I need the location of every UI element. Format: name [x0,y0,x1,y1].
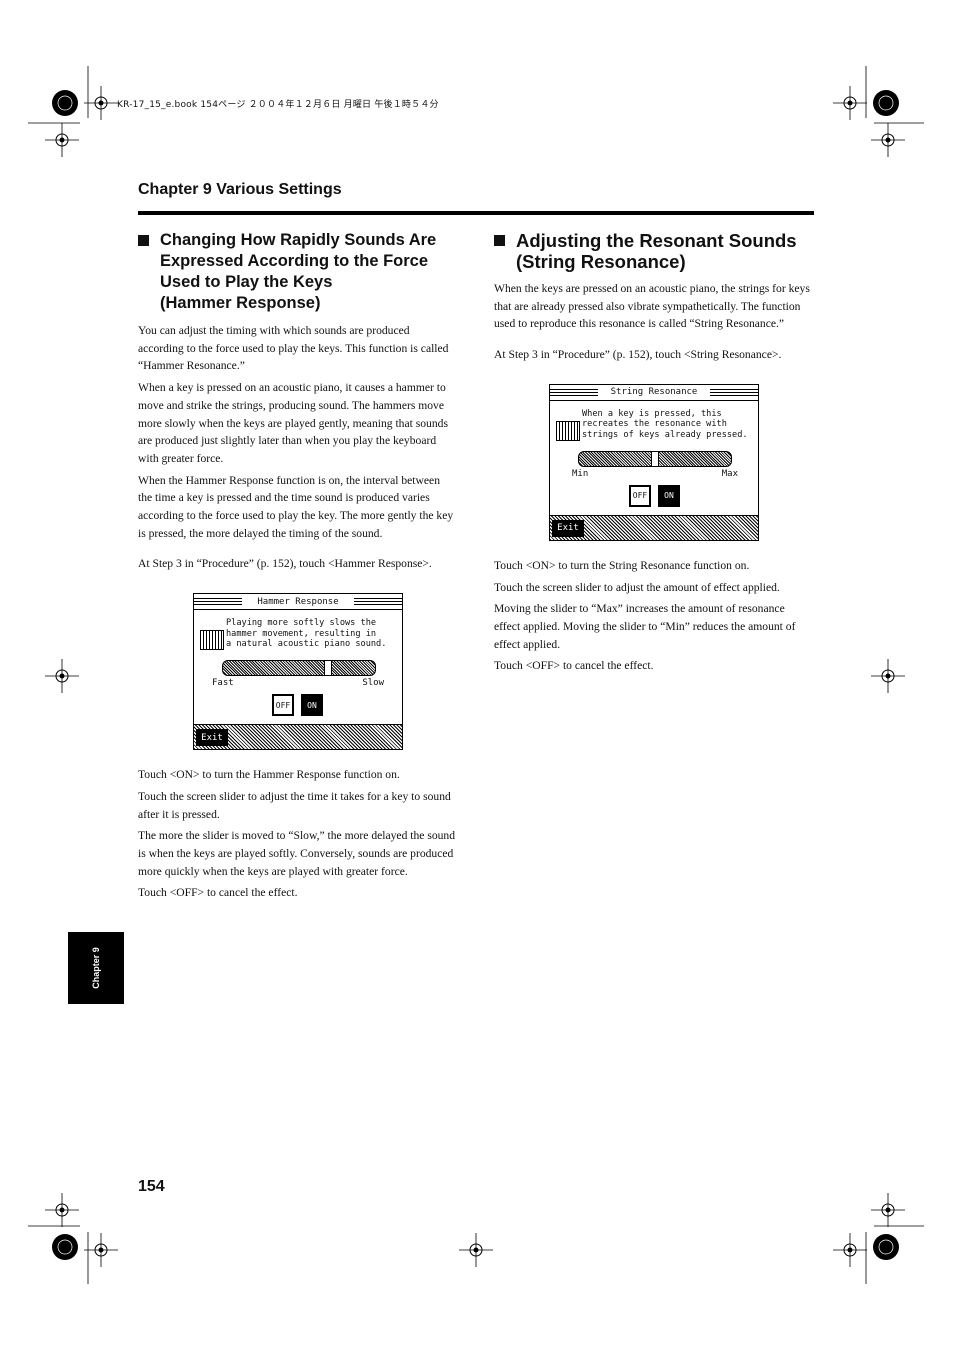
screen-title: String Resonance [606,387,702,398]
square-bullet-icon [138,235,149,246]
exit-button[interactable]: Exit [196,729,228,747]
crosshair-center [885,1207,891,1213]
crosshair-center [847,100,853,106]
slider-min-label: Fast [212,678,234,689]
keyboard-icon [556,420,580,441]
off-button[interactable]: OFF [272,694,294,717]
string-resonance-slider[interactable] [578,450,732,467]
step-instruction: At Step 3 in “Procedure” (p. 152), touch… [494,348,782,362]
paragraph: When the Hammer Response function is on,… [138,473,454,540]
slider-min-label: Min [572,468,589,479]
paragraph: Touch <ON> to turn the String Resonance … [494,558,750,572]
paragraph: You can adjust the timing with which sou… [138,324,449,373]
chapter-side-tab: Chapter 9 [68,932,124,1004]
paragraph: Touch <ON> to turn the Hammer Response f… [138,768,400,782]
right-column: Adjusting the Resonant Sounds (String Re… [494,230,812,679]
step-instruction: At Step 3 in “Procedure” (p. 152), touch… [138,557,432,571]
crosshair-center [885,137,891,143]
crosshair-center [98,1247,104,1253]
hammer-icon [200,630,224,651]
slider-knob[interactable] [651,450,659,467]
crosshair-center [59,137,65,143]
crosshair-center [847,1247,853,1253]
registration-target-icon [873,1234,899,1260]
crosshair-center [98,100,104,106]
paragraph: When the keys are pressed on an acoustic… [494,282,810,331]
slider-knob[interactable] [323,660,332,677]
section-heading-string-resonance: Adjusting the Resonant Sounds (String Re… [494,230,812,272]
left-column: Changing How Rapidly Sounds Are Expresse… [138,230,456,906]
paragraph: Moving the slider to “Max” increases the… [494,602,796,651]
chapter-header: Chapter 9 Various Settings [138,181,342,198]
on-button[interactable]: ON [301,694,323,717]
section-heading-hammer-response: Changing How Rapidly Sounds Are Expresse… [138,230,456,314]
off-button[interactable]: OFF [629,484,651,507]
hammer-response-slider[interactable] [222,660,376,677]
page-number: 154 [138,1178,165,1195]
crosshair-center [59,1207,65,1213]
paragraph: Touch the screen slider to adjust the am… [494,580,780,594]
slider-max-label: Max [721,468,738,479]
crosshair-center [473,1247,479,1253]
paragraph: Touch <OFF> to cancel the effect. [494,659,654,673]
screen-message: Playing more softly slows the hammer mov… [226,618,387,650]
screen-message: When a key is pressed, this recreates th… [582,408,748,440]
slider-max-label: Slow [362,678,384,689]
print-header: KR-17_15_e.book 154ページ ２００４年１２月６日 月曜日 午後… [117,100,439,110]
paragraph: Touch the screen slider to adjust the ti… [138,789,451,821]
crosshair-center [885,673,891,679]
screen-title: Hammer Response [253,596,343,607]
paragraph: The more the slider is moved to “Slow,” … [138,829,456,878]
exit-button[interactable]: Exit [552,519,584,537]
registration-target-icon [52,1234,78,1260]
paragraph: Touch <OFF> to cancel the effect. [138,886,298,900]
square-bullet-icon [494,235,505,246]
header-rule [138,211,814,215]
string-resonance-screen: String Resonance When a key is pressed, … [549,383,759,541]
registration-target-icon [873,90,899,116]
paragraph: When a key is pressed on an acoustic pia… [138,381,448,465]
hammer-response-screen: Hammer Response Playing more softly slow… [193,593,403,751]
registration-target-icon [52,90,78,116]
crosshair-center [59,673,65,679]
on-button[interactable]: ON [658,484,680,507]
